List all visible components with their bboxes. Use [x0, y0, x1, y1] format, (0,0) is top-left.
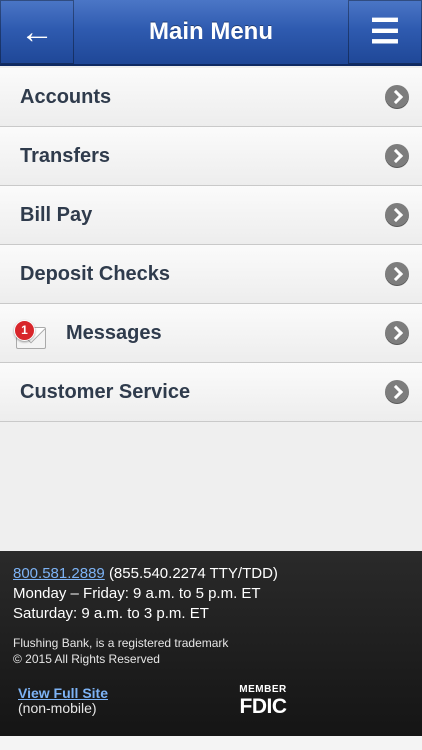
chevron-right-icon — [385, 321, 409, 345]
page-title: Main Menu — [149, 18, 273, 45]
menu-item-label: Accounts — [20, 85, 112, 108]
menu-item-accounts[interactable]: Accounts — [0, 68, 422, 127]
legal-text: Flushing Bank, is a registered trademark… — [13, 635, 228, 667]
full-site-block: View Full Site (non-mobile) — [18, 686, 108, 716]
menu-button[interactable]: ☰ — [348, 0, 422, 64]
contact-info: 800.581.2889 (855.540.2274 TTY/TDD) Mond… — [13, 564, 278, 624]
menu-item-transfers[interactable]: Transfers — [0, 127, 422, 186]
chevron-right-icon — [385, 380, 409, 404]
menu-item-messages[interactable]: 1 Messages — [0, 304, 422, 363]
menu-item-label: Bill Pay — [20, 203, 93, 226]
back-arrow-icon: ← — [20, 12, 54, 51]
trademark-text: Flushing Bank, is a registered trademark — [13, 636, 229, 650]
phone-link[interactable]: 800.581.2889 — [13, 565, 105, 582]
copyright-text: © 2015 All Rights Reserved — [13, 652, 160, 666]
back-button[interactable]: ← — [0, 0, 74, 64]
non-mobile-note: (non-mobile) — [18, 700, 97, 716]
fdic-logo: MEMBER FDIC — [234, 684, 292, 722]
bottom-strip — [0, 736, 422, 750]
chevron-right-icon — [385, 203, 409, 227]
chevron-right-icon — [385, 85, 409, 109]
fdic-name-text: FDIC — [239, 695, 288, 718]
menu-item-deposit-checks[interactable]: Deposit Checks — [0, 245, 422, 304]
menu-item-bill-pay[interactable]: Bill Pay — [0, 186, 422, 245]
footer: 800.581.2889 (855.540.2274 TTY/TDD) Mond… — [0, 551, 422, 736]
view-full-site-link[interactable]: View Full Site — [18, 685, 108, 701]
envelope-icon: 1 — [14, 318, 46, 350]
menu-item-label: Messages — [66, 321, 162, 344]
chevron-right-icon — [385, 144, 409, 168]
menu-item-customer-service[interactable]: Customer Service — [0, 363, 422, 422]
menu-item-label: Customer Service — [20, 380, 191, 403]
unread-count-badge: 1 — [14, 320, 35, 341]
main-menu-list: Accounts Transfers Bill Pay Deposit Chec… — [0, 68, 422, 422]
menu-item-label: Deposit Checks — [20, 262, 171, 285]
hamburger-menu-icon: ☰ — [369, 13, 401, 51]
app-header: ← Main Menu ☰ — [0, 0, 422, 66]
tty-number: (855.540.2274 TTY/TDD) — [108, 565, 278, 582]
chevron-right-icon — [385, 262, 409, 286]
saturday-hours: Saturday: 9 a.m. to 3 p.m. ET — [13, 605, 209, 622]
weekday-hours: Monday – Friday: 9 a.m. to 5 p.m. ET — [13, 585, 261, 602]
menu-item-label: Transfers — [20, 144, 111, 167]
